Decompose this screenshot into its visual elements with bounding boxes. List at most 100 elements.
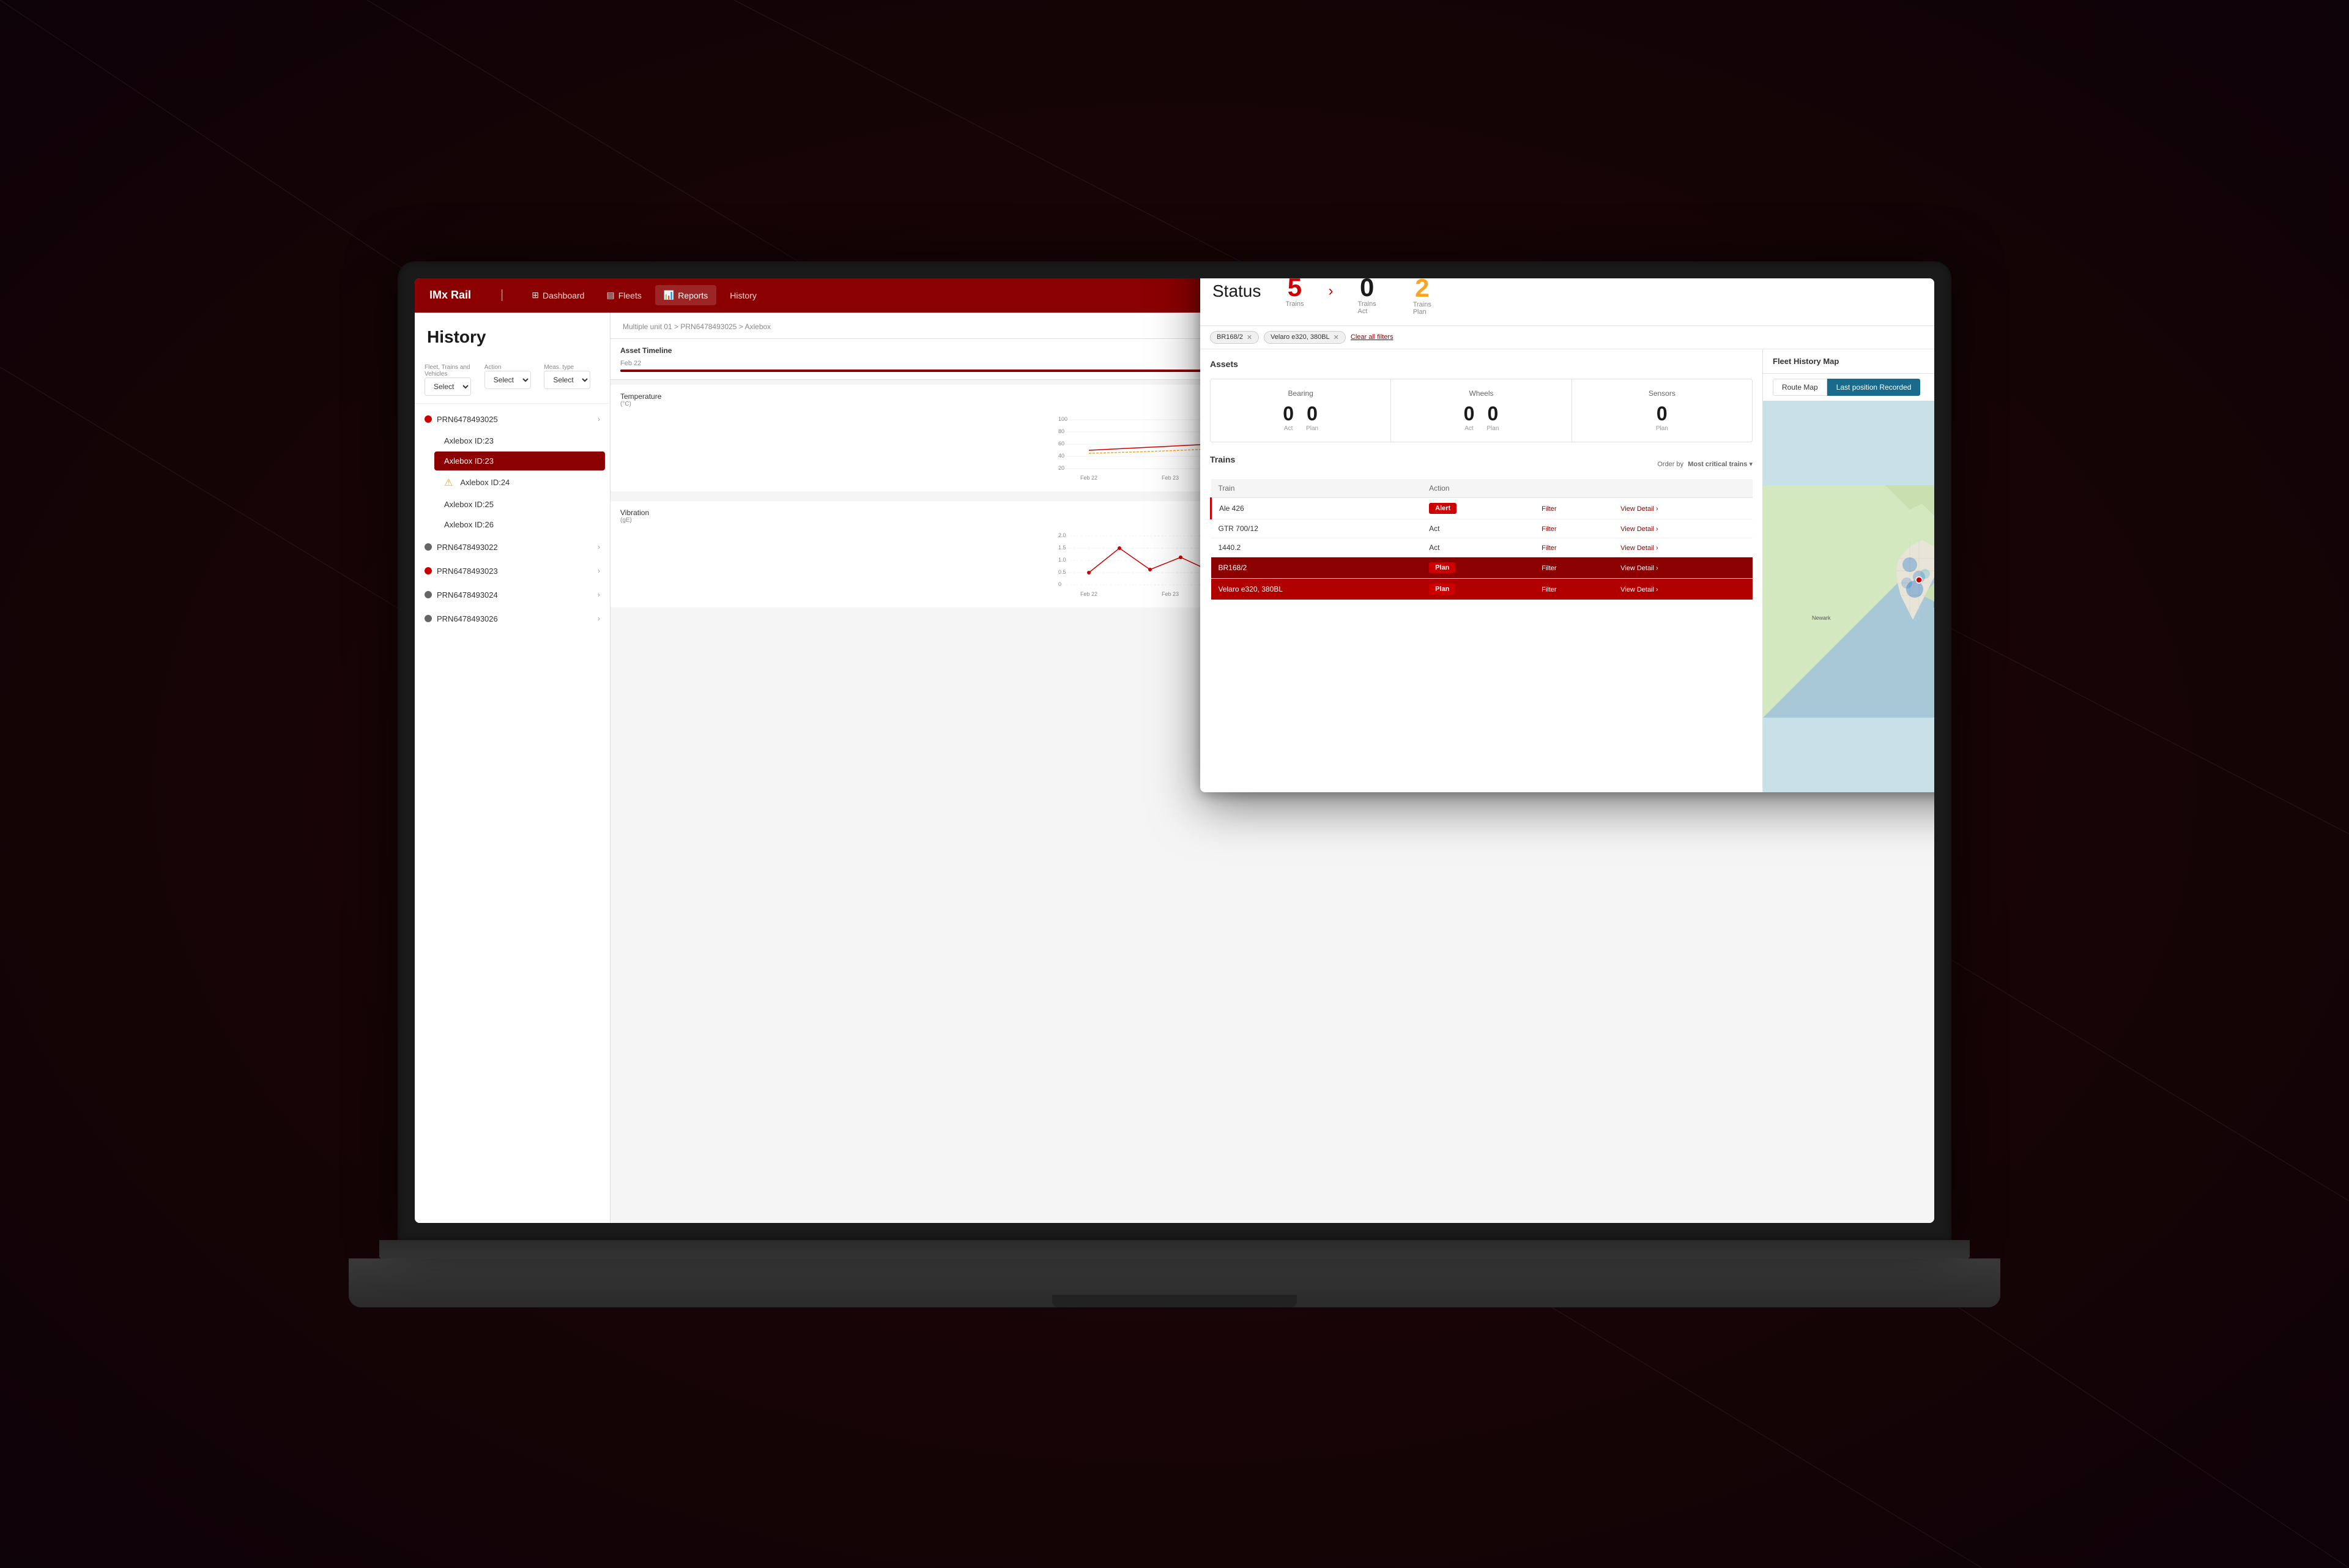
svg-text:20: 20	[1058, 465, 1064, 471]
train-name-3: BR168/2	[1211, 557, 1422, 578]
alert-badge: Alert	[1429, 503, 1457, 514]
clear-filters-link[interactable]: Clear all filters	[1351, 333, 1393, 341]
sidebar-group-4: PRN6478493024 ›	[415, 584, 610, 606]
svg-text:Feb 22: Feb 22	[1080, 591, 1097, 597]
laptop-container: IMx Rail | ⊞ Dashboard ▤ Fleets 📊	[318, 142, 2031, 1427]
axlebox-23b[interactable]: Axlebox ID:23	[434, 451, 605, 470]
status-plan-count: ⚠ 2 TrainsPlan	[1413, 278, 1431, 316]
sensors-title: Sensors	[1582, 389, 1742, 398]
status-trains-count: 5 Trains	[1285, 278, 1304, 308]
assets-grid: Bearing 0 Act 0 Plan	[1210, 379, 1753, 442]
filter-link-2[interactable]: Filter	[1542, 544, 1556, 552]
plan-badge-3: Plan	[1429, 562, 1455, 573]
bearing-title: Bearing	[1220, 389, 1381, 398]
detail-link-3[interactable]: View Detail ›	[1620, 565, 1658, 572]
action-filter-select[interactable]: Select	[484, 371, 531, 389]
detail-link-1[interactable]: View Detail ›	[1620, 526, 1658, 533]
bearing-plan-label: Plan	[1306, 425, 1318, 432]
asset-bearing: Bearing 0 Act 0 Plan	[1211, 379, 1390, 442]
filter-tag-1[interactable]: Velaro e320, 380BL ✕	[1264, 331, 1346, 344]
map-header: Fleet History Map Last 7 days	[1763, 349, 1934, 374]
svg-text:0.5: 0.5	[1058, 569, 1066, 575]
normal-icon-5	[425, 615, 432, 622]
sidebar-group-header-1[interactable]: PRN6478493025 ›	[415, 409, 610, 430]
svg-text:Feb 22: Feb 22	[1080, 475, 1097, 481]
sidebar-header: History	[415, 313, 610, 357]
sidebar-group-1: PRN6478493025 › Axlebox ID:23 Axlebox ID…	[415, 409, 610, 534]
svg-text:100: 100	[1058, 416, 1067, 422]
map-svg: New York Newark	[1763, 401, 1934, 792]
filter-link-3[interactable]: Filter	[1542, 565, 1556, 572]
back-nav-history[interactable]: History	[721, 285, 765, 305]
axlebox-26[interactable]: Axlebox ID:26	[434, 515, 605, 534]
filter-link-4[interactable]: Filter	[1542, 586, 1556, 593]
warning-icon-axle: ⚠	[444, 477, 453, 489]
trains-table: Train Action Ale 426	[1210, 479, 1753, 600]
train-action-4: Plan	[1422, 578, 1534, 600]
col-train: Train	[1211, 479, 1422, 498]
sidebar-group-header-2[interactable]: PRN6478493022 ›	[415, 537, 610, 558]
floating-window: IMx Rail | ⊞ Dashboard ▤ Fleets 📋	[1200, 278, 1934, 792]
filter-link-0[interactable]: Filter	[1542, 505, 1556, 513]
axlebox-25[interactable]: Axlebox ID:25	[434, 495, 605, 514]
back-nav-fleets[interactable]: ▤ Fleets	[598, 285, 650, 305]
fw-right-panel: Fleet History Map Last 7 days Route Map …	[1763, 349, 1934, 792]
fleets-icon: ▤	[606, 290, 614, 300]
train-action-1: Act	[1422, 519, 1534, 538]
remove-tag-0-icon[interactable]: ✕	[1247, 333, 1252, 341]
back-nav-dashboard[interactable]: ⊞ Dashboard	[523, 285, 593, 305]
filter-tag-0[interactable]: BR168/2 ✕	[1210, 331, 1259, 344]
laptop-screen: IMx Rail | ⊞ Dashboard ▤ Fleets 📊	[415, 278, 1934, 1223]
detail-link-0[interactable]: View Detail ›	[1620, 505, 1658, 513]
svg-text:1.0: 1.0	[1058, 557, 1066, 563]
back-nav-logo: IMx Rail	[429, 289, 471, 302]
status-bar: Status 5 Trains › ● 0 TrainsAct ⚠ 2 Tra	[1200, 278, 1934, 326]
detail-link-2[interactable]: View Detail ›	[1620, 544, 1658, 552]
train-action-0: Alert	[1422, 497, 1534, 519]
svg-text:1.5: 1.5	[1058, 544, 1066, 551]
trains-section: Trains Order by Most critical trains ▾	[1210, 455, 1753, 600]
fleet-filter-select[interactable]: Select	[425, 377, 471, 396]
sidebar-group-2: PRN6478493022 ›	[415, 537, 610, 558]
error-icon-3	[425, 567, 432, 574]
map-area: New York Newark	[1763, 401, 1934, 792]
map-tab-route[interactable]: Route Map	[1773, 379, 1827, 396]
train-row-3: BR168/2 Plan Filter View Detail ›	[1211, 557, 1753, 578]
train-action-2: Act	[1422, 538, 1534, 557]
bearing-act-val: 0	[1283, 403, 1294, 425]
sidebar-group-header-5[interactable]: PRN6478493026 ›	[415, 608, 610, 630]
train-name-1: GTR 700/12	[1211, 519, 1422, 538]
normal-icon-2	[425, 543, 432, 551]
chevron-right-icon-5: ›	[598, 614, 600, 623]
map-tab-last-position[interactable]: Last position Recorded	[1827, 379, 1921, 396]
chevron-right-icon-2: ›	[598, 543, 600, 551]
train-row-2: 1440.2 Act Filter View Detail ›	[1211, 538, 1753, 557]
asset-sensors: Sensors 0 Plan	[1572, 379, 1752, 442]
svg-text:0: 0	[1058, 581, 1061, 587]
col-filter	[1534, 479, 1613, 498]
status-act-count: ● 0 TrainsAct	[1358, 278, 1376, 316]
sensors-plan-val: 0	[1657, 403, 1668, 425]
wheels-title: Wheels	[1401, 389, 1561, 398]
laptop-screen-bezel: IMx Rail | ⊞ Dashboard ▤ Fleets 📊	[398, 261, 1951, 1240]
remove-tag-1-icon[interactable]: ✕	[1334, 333, 1339, 341]
train-action-3: Plan	[1422, 557, 1534, 578]
filter-tags-bar: BR168/2 ✕ Velaro e320, 380BL ✕ Clear all…	[1200, 326, 1934, 349]
plan-badge-4: Plan	[1429, 584, 1455, 595]
wheels-act-val: 0	[1464, 403, 1475, 425]
chevron-right-icon-3: ›	[598, 567, 600, 575]
group-name-4: PRN6478493024	[437, 590, 593, 600]
sidebar-group-header-3[interactable]: PRN6478493023 ›	[415, 560, 610, 582]
sidebar-group-header-4[interactable]: PRN6478493024 ›	[415, 584, 610, 606]
detail-link-4[interactable]: View Detail ›	[1620, 586, 1658, 593]
back-nav-reports[interactable]: 📊 Reports	[655, 285, 716, 305]
back-nav-separator: |	[500, 288, 503, 302]
status-act-label: TrainsAct	[1358, 300, 1376, 315]
axlebox-24[interactable]: ⚠ Axlebox ID:24	[434, 472, 605, 494]
filter-link-1[interactable]: Filter	[1542, 526, 1556, 533]
trains-header: Trains Order by Most critical trains ▾	[1210, 455, 1753, 474]
chevron-down-icon-1: ›	[598, 415, 600, 423]
axlebox-23a[interactable]: Axlebox ID:23	[434, 431, 605, 450]
meas-filter-select[interactable]: Select	[544, 371, 590, 389]
group-name-2: PRN6478493022	[437, 543, 593, 552]
